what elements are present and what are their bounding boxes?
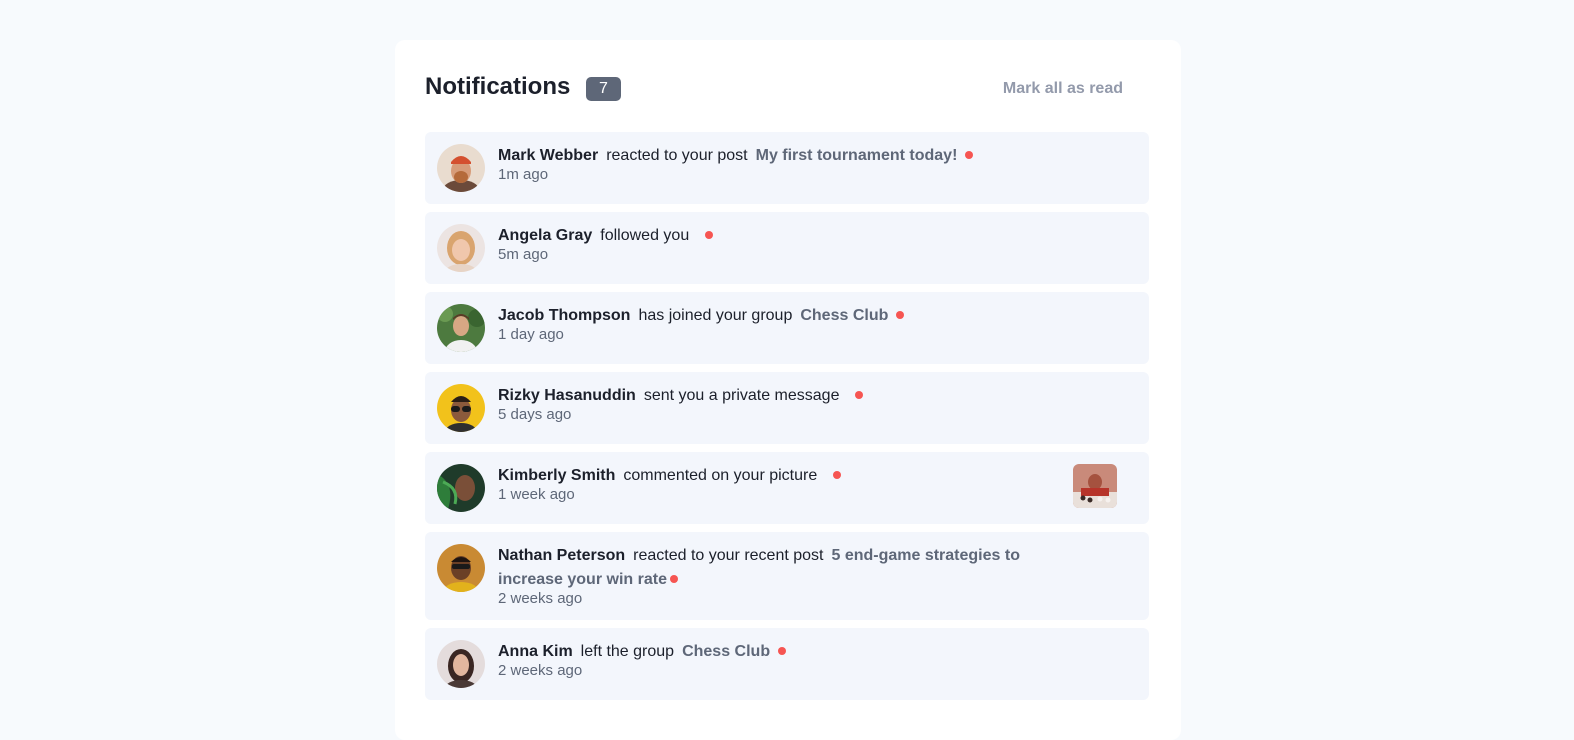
notifications-card: Notifications 7 Mark all as read Mark We… — [395, 40, 1181, 740]
timestamp: 1 week ago — [498, 486, 575, 503]
avatar[interactable] — [437, 144, 485, 192]
notification-action: reacted to your post — [606, 147, 748, 164]
user-name[interactable]: Nathan Peterson — [498, 547, 625, 564]
unread-dot — [965, 150, 974, 159]
notification-action: has joined your group — [638, 307, 793, 324]
timestamp: 1m ago — [498, 166, 549, 183]
notification-list: Mark Webber reacted to your post My first … — [425, 132, 1149, 708]
avatar[interactable] — [437, 384, 485, 432]
mark-all-as-read-button[interactable]: Mark all as read — [1003, 78, 1123, 100]
user-name[interactable]: Jacob Thompson — [498, 307, 630, 324]
timestamp: 5 days ago — [498, 406, 572, 423]
avatar[interactable] — [437, 224, 485, 272]
avatar[interactable] — [437, 304, 485, 352]
notification-item[interactable]: Jacob Thompson has joined your group Chess… — [425, 292, 1149, 364]
notification-action: reacted to your recent post — [633, 547, 824, 564]
unread-dot — [855, 390, 864, 399]
avatar[interactable] — [437, 640, 485, 688]
commented-picture-thumbnail[interactable] — [1073, 464, 1117, 508]
unread-count-badge: 7 — [586, 77, 621, 101]
notification-target-link[interactable]: Chess Club — [682, 643, 770, 660]
notification-action: commented on your picture — [623, 467, 818, 484]
notification-target-link[interactable]: Chess Club — [800, 307, 888, 324]
notification-item[interactable]: Nathan Peterson reacted to your recent po… — [425, 532, 1149, 620]
timestamp: 2 weeks ago — [498, 590, 583, 607]
avatar[interactable] — [437, 464, 485, 512]
timestamp: 2 weeks ago — [498, 662, 583, 679]
notification-target-link[interactable]: My first tournament today! — [756, 147, 958, 164]
user-name[interactable]: Mark Webber — [498, 147, 598, 164]
user-name[interactable]: Rizky Hasanuddin — [498, 387, 636, 404]
notification-item[interactable]: Anna Kim left the group Chess Club 2 weeks… — [425, 628, 1149, 700]
timestamp: 5m ago — [498, 246, 549, 263]
user-name[interactable]: Angela Gray — [498, 227, 592, 244]
notification-action: left the group — [580, 643, 675, 660]
unread-dot — [778, 646, 787, 655]
unread-dot — [705, 230, 714, 239]
timestamp: 1 day ago — [498, 326, 564, 343]
notification-action: sent you a private message — [643, 387, 840, 404]
notification-item[interactable]: Mark Webber reacted to your post My first … — [425, 132, 1149, 204]
notification-action: followed you — [600, 227, 690, 244]
user-name[interactable]: Anna Kim — [498, 643, 573, 660]
notifications-header: Notifications 7 Mark all as read — [425, 72, 1151, 106]
unread-dot — [833, 470, 842, 479]
page-title: Notifications — [425, 73, 571, 100]
notification-item[interactable]: Angela Gray followed you 5m ago — [425, 212, 1149, 284]
notification-item[interactable]: Kimberly Smith commented on your picture … — [425, 452, 1149, 524]
unread-dot — [896, 310, 905, 319]
unread-dot — [669, 574, 678, 583]
notification-item[interactable]: Rizky Hasanuddin sent you a private messa… — [425, 372, 1149, 444]
user-name[interactable]: Kimberly Smith — [498, 467, 615, 484]
avatar[interactable] — [437, 544, 485, 592]
